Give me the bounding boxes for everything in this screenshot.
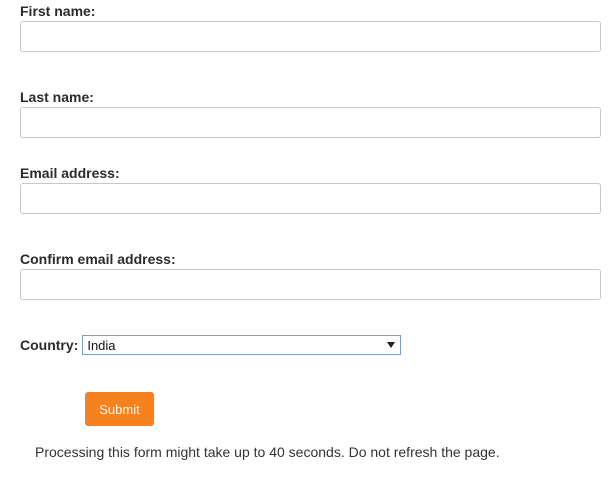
first-name-input[interactable] <box>20 21 601 52</box>
registration-form: First name: Last name: Email address: Co… <box>0 0 608 480</box>
chevron-down-icon[interactable] <box>387 342 396 348</box>
last-name-input[interactable] <box>20 107 601 138</box>
email-label: Email address: <box>20 165 120 181</box>
last-name-label: Last name: <box>20 89 94 105</box>
country-row: Country: India <box>20 335 402 355</box>
country-select[interactable]: India <box>82 335 402 355</box>
submit-button[interactable]: Submit <box>85 392 154 426</box>
confirm-email-input[interactable] <box>20 269 601 300</box>
email-input[interactable] <box>20 183 601 214</box>
confirm-email-label: Confirm email address: <box>20 251 176 267</box>
country-selected-value: India <box>87 337 116 353</box>
country-label: Country: <box>20 337 79 353</box>
first-name-label: First name: <box>20 3 96 19</box>
processing-note: Processing this form might take up to 40… <box>35 444 500 460</box>
